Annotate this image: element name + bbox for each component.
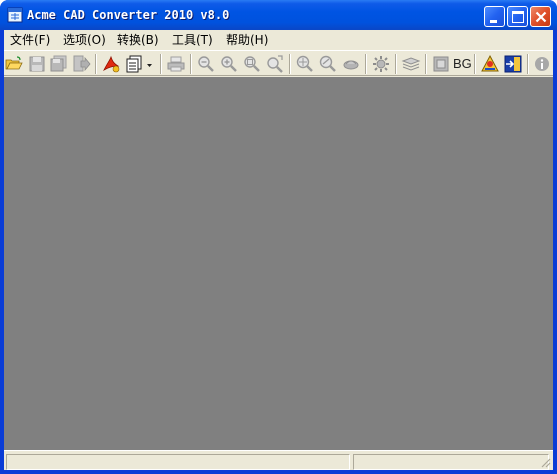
minimize-icon (490, 20, 497, 23)
window-title: Acme CAD Converter 2010 v8.0 (27, 8, 230, 22)
close-button[interactable] (530, 6, 551, 27)
zoom-out-button[interactable] (196, 54, 216, 74)
menu-convert[interactable]: 转换(B) (115, 32, 161, 48)
zoom-in-icon (221, 56, 237, 72)
maximize-icon (512, 11, 524, 23)
minimize-button[interactable] (484, 6, 505, 27)
settings-button[interactable] (371, 54, 391, 74)
layers-button[interactable] (401, 54, 421, 74)
pdf-convert-button[interactable] (101, 54, 121, 74)
application-window: Acme CAD Converter 2010 v8.0 文件(F) 选项(O)… (0, 0, 557, 474)
save-all-icon (50, 55, 67, 72)
pan-icon (343, 60, 359, 70)
status-pane-main (6, 454, 350, 470)
close-icon (535, 11, 547, 23)
open-folder-icon (5, 56, 23, 70)
menu-file[interactable]: 文件(F) (8, 32, 52, 48)
toolbar-separator (365, 54, 367, 74)
exit-button[interactable] (503, 54, 523, 74)
toolbar-separator (289, 54, 291, 74)
resize-grip-icon[interactable] (539, 456, 551, 468)
save-button[interactable] (27, 54, 47, 74)
batch-convert-dropdown-icon (126, 55, 152, 73)
pdf-convert-icon (103, 55, 120, 73)
maximize-button[interactable] (507, 6, 528, 27)
print-button[interactable] (166, 54, 186, 74)
menu-options[interactable]: 选项(O) (61, 32, 108, 48)
toolbar-separator (425, 54, 427, 74)
black-white-button[interactable] (431, 54, 451, 74)
client-area: 文件(F) 选项(O) 转换(B) 工具(T) 帮助(H) BG (4, 30, 553, 470)
toolbar-separator (527, 54, 529, 74)
background-color-button[interactable]: BG (453, 55, 472, 73)
zoom-window-icon (296, 55, 313, 72)
toolbar-separator (95, 54, 97, 74)
exit-icon (504, 55, 522, 73)
zoom-extents-icon (267, 55, 283, 73)
print-icon (167, 56, 185, 72)
open-button[interactable] (4, 54, 24, 74)
layers-icon (401, 57, 421, 71)
status-bar (4, 450, 553, 470)
toolbar-separator (474, 54, 476, 74)
about-button[interactable] (480, 54, 500, 74)
info-icon (535, 57, 549, 71)
zoom-window-button[interactable] (295, 54, 315, 74)
toolbar-separator (395, 54, 397, 74)
zoom-fit-button[interactable] (242, 54, 262, 74)
toolbar: BG (4, 50, 553, 76)
menu-help[interactable]: 帮助(H) (224, 32, 270, 48)
app-document-icon[interactable] (7, 7, 23, 23)
export-button[interactable] (71, 54, 91, 74)
about-icon (481, 54, 499, 72)
toolbar-separator (160, 54, 162, 74)
zoom-out-icon (198, 56, 214, 72)
black-white-icon (433, 56, 449, 72)
zoom-realtime-icon (319, 55, 336, 72)
zoom-in-button[interactable] (219, 54, 239, 74)
zoom-extents-button[interactable] (265, 54, 285, 74)
settings-icon (373, 56, 389, 72)
drawing-workspace[interactable] (4, 77, 553, 450)
zoom-fit-icon (244, 56, 260, 72)
zoom-realtime-button[interactable] (318, 54, 338, 74)
status-pane-secondary (353, 454, 549, 470)
pan-button[interactable] (341, 54, 361, 74)
menu-bar: 文件(F) 选项(O) 转换(B) 工具(T) 帮助(H) (4, 30, 553, 49)
batch-convert-button[interactable] (125, 54, 155, 74)
export-icon (73, 55, 91, 72)
save-all-button[interactable] (49, 54, 69, 74)
info-button[interactable] (532, 54, 552, 74)
title-bar[interactable]: Acme CAD Converter 2010 v8.0 (0, 0, 557, 30)
save-icon (29, 56, 45, 72)
menu-tools[interactable]: 工具(T) (170, 32, 215, 48)
toolbar-separator (190, 54, 192, 74)
